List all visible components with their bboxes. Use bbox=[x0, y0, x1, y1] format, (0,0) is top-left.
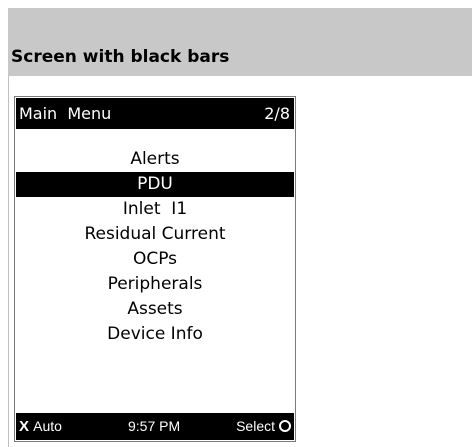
select-softkey[interactable]: Select bbox=[236, 413, 291, 440]
bottom-black-bar: X Auto 9:57 PM Select bbox=[16, 413, 294, 440]
menu-item-device-info[interactable]: Device Info bbox=[16, 322, 294, 347]
device-screen: Main Menu 2/8 Alerts PDU Inlet I1 Residu… bbox=[14, 96, 296, 442]
menu-item-peripherals[interactable]: Peripherals bbox=[16, 272, 294, 297]
section-title: Screen with black bars bbox=[11, 47, 230, 67]
select-label: Select bbox=[236, 418, 275, 434]
menu-item-alerts[interactable]: Alerts bbox=[16, 147, 294, 172]
auto-label: Auto bbox=[33, 418, 62, 434]
main-menu: Alerts PDU Inlet I1 Residual Current OCP… bbox=[16, 147, 294, 347]
clock-time: 9:57 PM bbox=[128, 418, 181, 434]
menu-item-assets[interactable]: Assets bbox=[16, 297, 294, 322]
top-black-bar: Main Menu 2/8 bbox=[16, 98, 294, 129]
page: Screen with black bars Main Menu 2/8 Ale… bbox=[0, 0, 472, 447]
menu-item-residual-current[interactable]: Residual Current bbox=[16, 222, 294, 247]
menu-item-pdu[interactable]: PDU bbox=[16, 172, 294, 197]
x-icon: X bbox=[19, 418, 30, 435]
page-indicator: 2/8 bbox=[264, 104, 290, 123]
menu-item-ocps[interactable]: OCPs bbox=[16, 247, 294, 272]
screen-title: Main Menu bbox=[19, 104, 112, 123]
menu-item-inlet-i1[interactable]: Inlet I1 bbox=[16, 197, 294, 222]
auto-softkey[interactable]: X Auto bbox=[19, 413, 62, 440]
cell-border bbox=[8, 76, 9, 447]
circle-icon bbox=[279, 420, 291, 432]
